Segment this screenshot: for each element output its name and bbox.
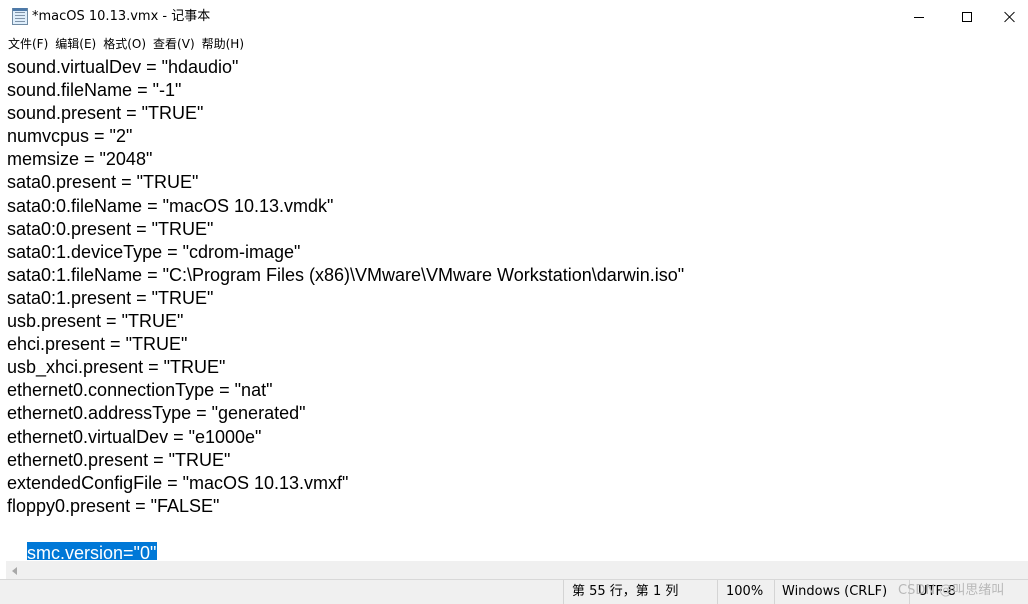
text-line[interactable]: usb_xhci.present = "TRUE" xyxy=(7,356,1028,379)
text-line[interactable]: memsize = "2048" xyxy=(7,148,1028,171)
selected-text[interactable]: smc.version="0" xyxy=(27,541,158,560)
text-line[interactable]: extendedConfigFile = "macOS 10.13.vmxf" xyxy=(7,472,1028,495)
text-line[interactable]: ethernet0.virtualDev = "e1000e" xyxy=(7,426,1028,449)
notepad-icon xyxy=(12,8,28,25)
scroll-left-icon[interactable] xyxy=(12,567,17,575)
text-line[interactable]: floppy0.present = "FALSE" xyxy=(7,495,1028,518)
text-line[interactable]: numvcpus = "2" xyxy=(7,125,1028,148)
text-line[interactable]: ethernet0.present = "TRUE" xyxy=(7,449,1028,472)
text-line[interactable]: sound.fileName = "-1" xyxy=(7,79,1028,102)
menu-help[interactable]: 帮助(H) xyxy=(202,34,248,55)
text-editor[interactable]: sound.virtualDev = "hdaudio" sound.fileN… xyxy=(0,56,1028,560)
text-line[interactable]: ethernet0.connectionType = "nat" xyxy=(7,379,1028,402)
text-line[interactable]: ehci.present = "TRUE" xyxy=(7,333,1028,356)
maximize-button[interactable] xyxy=(944,0,990,34)
cursor-position: 第 55 行，第 1 列 xyxy=(572,584,679,599)
text-line[interactable]: sata0:1.fileName = "C:\Program Files (x8… xyxy=(7,264,1028,287)
text-line[interactable]: sata0:0.fileName = "macOS 10.13.vmdk" xyxy=(7,195,1028,218)
status-bar: 第 55 行，第 1 列 100% Windows (CRLF) UTF-8 xyxy=(0,579,1028,604)
close-button[interactable] xyxy=(992,0,1028,34)
text-line[interactable]: sata0:0.present = "TRUE" xyxy=(7,218,1028,241)
text-line[interactable]: sata0.present = "TRUE" xyxy=(7,171,1028,194)
menu-view[interactable]: 查看(V) xyxy=(153,34,199,55)
watermark-text: CSDN @叫思绪叫 xyxy=(898,583,1005,598)
text-line[interactable]: usb.present = "TRUE" xyxy=(7,310,1028,333)
text-line[interactable]: sata0:1.present = "TRUE" xyxy=(7,287,1028,310)
text-line[interactable]: ethernet0.addressType = "generated" xyxy=(7,402,1028,425)
minimize-icon xyxy=(914,16,924,18)
status-separator xyxy=(774,580,775,604)
menu-edit[interactable]: 编辑(E) xyxy=(55,34,100,55)
zoom-level: 100% xyxy=(726,584,764,599)
menu-bar: 文件(F) 编辑(E) 格式(O) 查看(V) 帮助(H) xyxy=(0,34,1028,55)
maximize-icon xyxy=(962,12,972,22)
close-icon xyxy=(1004,11,1016,23)
title-bar: *macOS 10.13.vmx - 记事本 xyxy=(0,0,1028,34)
text-line[interactable]: sound.present = "TRUE" xyxy=(7,102,1028,125)
menu-format[interactable]: 格式(O) xyxy=(103,34,150,55)
minimize-button[interactable] xyxy=(896,0,942,34)
menu-file[interactable]: 文件(F) xyxy=(8,34,52,55)
window-title: *macOS 10.13.vmx - 记事本 xyxy=(32,9,211,24)
text-line[interactable]: sata0:1.deviceType = "cdrom-image" xyxy=(7,241,1028,264)
horizontal-scrollbar[interactable] xyxy=(6,561,1028,579)
line-ending: Windows (CRLF) xyxy=(782,584,888,599)
status-separator xyxy=(717,580,718,604)
text-line[interactable]: sound.virtualDev = "hdaudio" xyxy=(7,56,1028,79)
selected-text-line[interactable]: smc.version="0" xyxy=(7,518,1028,560)
status-separator xyxy=(563,580,564,604)
